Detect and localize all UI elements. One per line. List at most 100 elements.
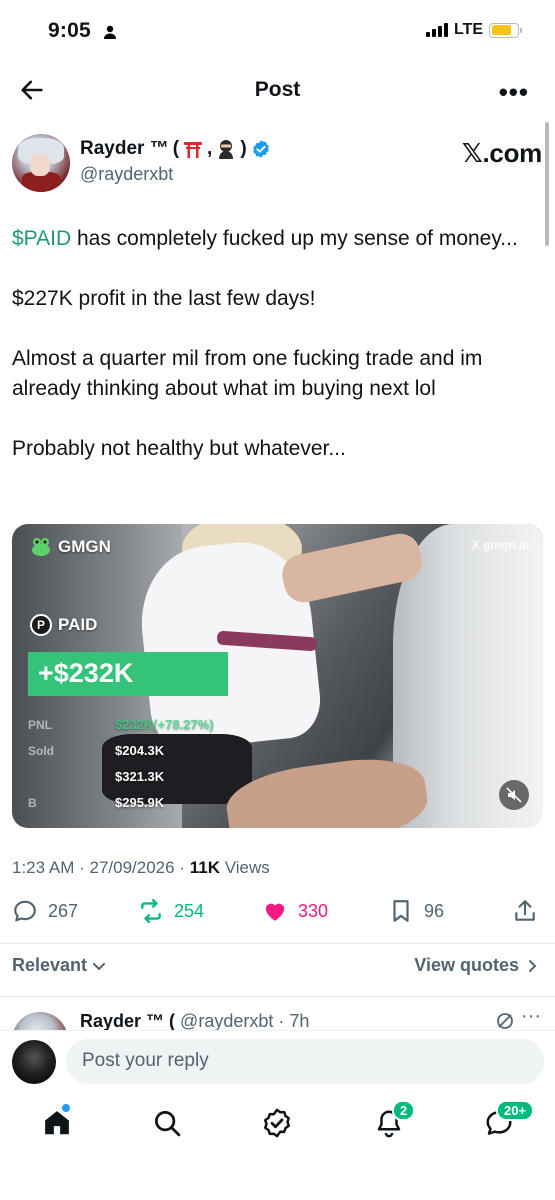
stat-value: $204.3K: [115, 743, 165, 758]
reply-count: 267: [48, 900, 79, 921]
stat-label: Sold: [28, 744, 54, 758]
bookmark-button[interactable]: 96: [388, 898, 444, 924]
battery-icon: [489, 22, 522, 38]
token-name: PAID: [58, 615, 98, 634]
bookmark-count: 96: [424, 900, 445, 921]
like-button[interactable]: 330: [262, 898, 328, 924]
views-label: Views: [224, 858, 270, 877]
view-quotes-label: View quotes: [414, 955, 519, 975]
reply-sort-label: Relevant: [12, 955, 88, 975]
search-icon: [155, 1111, 181, 1137]
network-label: LTE: [453, 21, 483, 38]
author-avatar[interactable]: [12, 134, 70, 192]
stat-label: B: [28, 796, 37, 810]
share-icon: [515, 900, 535, 921]
stat-label: [28, 764, 54, 790]
top-nav: Post •••: [0, 62, 555, 118]
token-label: P PAID: [30, 614, 97, 636]
share-button[interactable]: [512, 898, 538, 924]
cashtag-link[interactable]: $PAID: [12, 227, 71, 250]
page-title: Post: [254, 78, 301, 101]
tab-messages[interactable]: 20+: [484, 1100, 535, 1140]
reply-composer: Post your reply: [0, 1030, 555, 1094]
post-video[interactable]: GMGN X gmgn.ai P PAID +$232K PNL Sold B …: [12, 524, 543, 828]
pnl-value: +$232K: [28, 652, 228, 696]
name-sep: ,: [207, 138, 213, 159]
stat-labels: PNL Sold B: [28, 712, 54, 816]
stat-value: $295.9K: [115, 795, 165, 810]
tab-search[interactable]: [152, 1108, 184, 1140]
reply-icon: [14, 900, 36, 922]
home-unread-dot: [62, 1104, 70, 1112]
scrollbar[interactable]: [545, 122, 549, 246]
current-user-avatar: [12, 1040, 56, 1084]
reply-sort-dropdown[interactable]: Relevant: [12, 955, 107, 976]
meta-dot: ·: [79, 858, 90, 877]
token-logo-icon: P: [30, 614, 52, 636]
post-paragraph-4: Probably not healthy but whatever...: [12, 437, 346, 460]
divider: [0, 943, 555, 944]
more-options-icon[interactable]: •••: [499, 77, 529, 108]
torii-gate-emoji-icon: [184, 142, 203, 158]
post-paragraph-2: $227K profit in the last few days!: [12, 287, 316, 310]
meta-dot: ·: [179, 858, 190, 877]
grok-icon[interactable]: [495, 1011, 515, 1030]
post-paragraph-3: Almost a quarter mil from one fucking tr…: [12, 347, 483, 400]
author-name-text: Rayder ™: [80, 138, 169, 159]
tab-premium[interactable]: [262, 1108, 294, 1140]
notifications-badge: 2: [392, 1100, 416, 1121]
tab-notifications[interactable]: 2: [374, 1100, 416, 1140]
post-time: 1:23 AM: [12, 858, 75, 877]
repost-count: 254: [174, 900, 205, 921]
author-handle[interactable]: @rayderxbt: [80, 164, 173, 185]
verified-outline-icon: [264, 1108, 290, 1138]
source-label: 𝕏.com: [461, 138, 542, 168]
bookmark-icon: [393, 900, 409, 922]
reply-author-name: Rayder ™ (: [80, 1011, 176, 1030]
focus-person-icon: [104, 25, 116, 39]
like-count: 330: [298, 900, 329, 921]
home-icon: [45, 1111, 69, 1135]
repost-button[interactable]: 254: [138, 898, 204, 924]
post-text: $PAID has completely fucked up my sense …: [12, 224, 540, 494]
reply-preview[interactable]: Rayder ™ ( @rayderxbt · 7h ···: [0, 1008, 555, 1030]
reply-author-handle: @rayderxbt · 7h: [180, 1011, 310, 1030]
repost-icon: [141, 898, 161, 924]
stat-value: $321.3K: [115, 769, 165, 784]
heart-filled-icon: [265, 903, 285, 921]
reply-input[interactable]: Post your reply: [66, 1039, 544, 1084]
author-name[interactable]: Rayder ™ ( , ): [80, 138, 271, 160]
speaker-muted-icon: [506, 787, 522, 803]
post-paragraph-1-text: has completely fucked up my sense of mon…: [71, 227, 518, 250]
tab-home[interactable]: [42, 1104, 74, 1140]
status-time: 9:05: [48, 19, 91, 42]
chevron-right-icon: [529, 959, 537, 972]
stat-label: PNL: [28, 718, 52, 732]
views-count[interactable]: 11K: [190, 858, 220, 877]
gmgn-frog-logo-icon: [32, 538, 50, 556]
name-paren-open: (: [172, 138, 180, 159]
post-date: 27/09/2026: [89, 858, 175, 877]
divider: [0, 996, 555, 997]
name-paren-close: ): [240, 138, 247, 159]
post-actions: 267 254 330 96: [12, 898, 542, 930]
signal-icon: [425, 23, 448, 37]
reply-author[interactable]: Rayder ™ ( @rayderxbt · 7h: [80, 1011, 309, 1030]
view-quotes-link[interactable]: View quotes: [414, 955, 539, 976]
video-watermark: X gmgn.ai: [471, 538, 529, 552]
reply-more-icon[interactable]: ···: [521, 1008, 541, 1028]
post-paragraph-1: $PAID has completely fucked up my sense …: [12, 224, 540, 254]
stat-value: $232K(+78.27%): [115, 717, 214, 732]
stat-values: $232K(+78.27%) $204.3K $321.3K $295.9K: [115, 712, 214, 816]
messages-badge: 20+: [496, 1100, 535, 1121]
status-bar: 9:05 LTE: [0, 0, 555, 62]
post-meta: 1:23 AM · 27/09/2026 · 11K Views: [12, 858, 270, 878]
verified-badge-icon: [252, 140, 269, 158]
ninja-emoji-icon: [219, 140, 234, 159]
bottom-tab-bar: 2 20+: [0, 1096, 555, 1200]
post-author: Rayder ™ ( , ) @rayderxbt 𝕏.com: [12, 132, 542, 194]
reply-button[interactable]: 267: [12, 898, 78, 924]
mute-toggle[interactable]: [499, 780, 529, 810]
reply-avatar[interactable]: [12, 1012, 68, 1030]
status-indicators: LTE: [425, 21, 522, 39]
